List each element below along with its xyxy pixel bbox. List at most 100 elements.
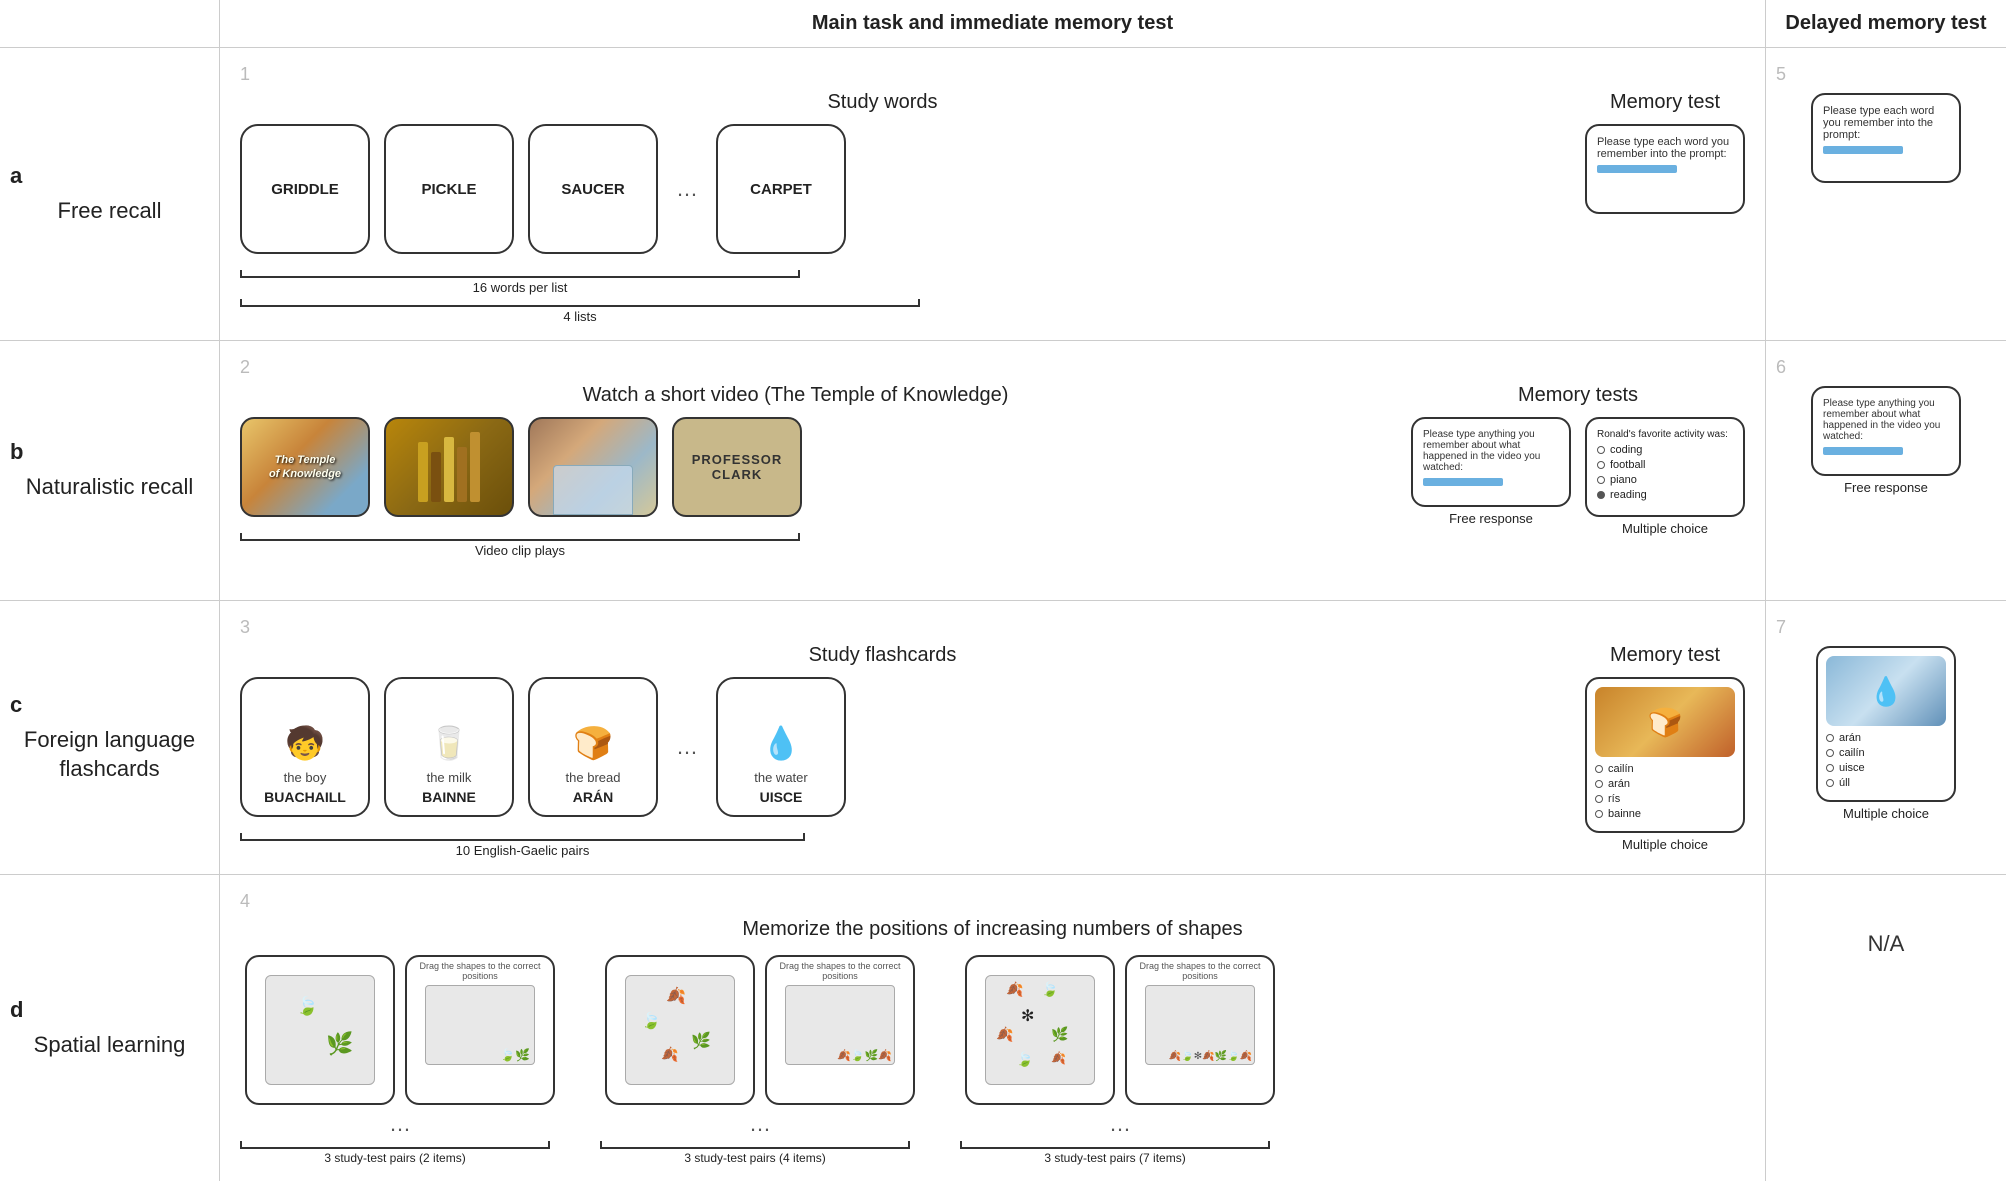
row-d-study-title: Memorize the positions of increasing num…: [240, 918, 1745, 941]
leaf-7-6: 🍃: [1016, 1051, 1033, 1068]
row-b-step: 2: [240, 357, 250, 378]
row-b-delayed-content: Please type anything you remember about …: [1811, 386, 1961, 495]
fc-english-bread: the bread: [566, 770, 621, 785]
row-c-memory-title: Memory test: [1610, 644, 1720, 667]
mc-c-option-bainne: bainne: [1595, 808, 1735, 820]
thumb-temple: The Templeof Knowledge: [240, 417, 370, 517]
spatial-study-7: 🍂 🍃 ✻ 🍂 🌿 🍃 🍂: [965, 955, 1115, 1105]
row-b-mc-question: Ronald's favorite activity was:: [1597, 429, 1733, 440]
row-b-free-response: Please type anything you remember about …: [1411, 417, 1571, 536]
row-c-delayed-step: 7: [1776, 617, 1786, 638]
drag-shapes-7: 🍂🍃✻🍂🌿🍃🍂: [1169, 1051, 1252, 1062]
row-b-main: 2 Watch a short video (The Temple of Kno…: [220, 341, 1766, 600]
row-a-main: 1 Study words GRIDDLE PICKLE SAUCER … CA…: [220, 48, 1766, 340]
bread-image: 🍞: [1595, 687, 1735, 757]
row-b-free-response-label: Free response: [1449, 511, 1533, 526]
spatial-study-2: 🍃 🌿: [245, 955, 395, 1105]
brace-d-3: 3 study-test pairs (7 items): [960, 1141, 1280, 1165]
row-a-memory-prompt: Please type each word you remember into …: [1597, 136, 1733, 160]
thumb-library: [528, 417, 658, 517]
row-a-delayed-step: 5: [1776, 64, 1786, 85]
spatial-drag-2: Drag the shapes to the correct positions…: [405, 955, 555, 1105]
mc-d-option-uisce: uisce: [1826, 762, 1946, 774]
row-a-study: Study words GRIDDLE PICKLE SAUCER … CARP…: [240, 91, 1525, 324]
water-emoji: 💧: [1869, 675, 1904, 708]
mc-label-football: football: [1610, 459, 1645, 471]
row-b-free-input-bar: [1423, 478, 1503, 486]
mc-c-label-aran: arán: [1608, 778, 1630, 790]
word-card-saucer: SAUCER: [528, 124, 658, 254]
leaf-4-2: 🍃: [641, 1011, 661, 1031]
delayed-header-title: Delayed memory test: [1766, 0, 2006, 47]
bread-emoji: 🍞: [1648, 706, 1683, 739]
radio-d-cailin: [1826, 749, 1834, 757]
header-left-empty: [0, 0, 220, 47]
icon-boy: 🧒: [285, 724, 325, 762]
row-a-label-cell: a Free recall: [0, 48, 220, 340]
leaf-4-3: 🌿: [691, 1031, 711, 1051]
row-b-delayed-card: Please type anything you remember about …: [1811, 386, 1961, 476]
mc-d-option-aran: arán: [1826, 732, 1946, 744]
row-c-memory: Memory test 🍞 cailín arán: [1585, 644, 1745, 852]
brace-d-3-line: [960, 1141, 1270, 1149]
brace-c-text: 10 English-Gaelic pairs: [240, 843, 805, 858]
thumb-books: [384, 417, 514, 517]
fc-english-water: the water: [754, 770, 807, 785]
brace-d-1-text: 3 study-test pairs (2 items): [240, 1151, 550, 1165]
row-c-step: 3: [240, 617, 250, 638]
radio-c-bainne: [1595, 810, 1603, 818]
row-b-free-response-card: Please type anything you remember about …: [1411, 417, 1571, 507]
row-b-memory: Memory tests Please type anything you re…: [1411, 384, 1745, 536]
row-d-delayed: N/A: [1766, 875, 2006, 1181]
row-d-step: 4: [240, 891, 250, 912]
mc-option-piano: piano: [1597, 474, 1733, 486]
row-d-label-cell: d Spatial learning: [0, 875, 220, 1181]
row-b-mc: Ronald's favorite activity was: coding f…: [1585, 417, 1745, 536]
row-a-delayed-input-bar: [1823, 146, 1903, 154]
row-a-delayed: 5 Please type each word you remember int…: [1766, 48, 2006, 340]
row-b-content: Watch a short video (The Temple of Knowl…: [240, 384, 1745, 558]
fc-english-boy: the boy: [284, 770, 327, 785]
brace-a-2-container: 4 lists: [240, 299, 940, 324]
row-b-free-response-text: Please type anything you remember about …: [1423, 429, 1559, 473]
leaf-2-1: 🍃: [296, 996, 318, 1017]
row-c-delayed-card: 💧 arán cailín uisce úll: [1816, 646, 1956, 802]
mc-d-label-ull: úll: [1839, 777, 1850, 789]
drag-label-4: Drag the shapes to the correct positions: [771, 961, 909, 981]
leaf-7-4: 🍂: [996, 1026, 1013, 1043]
main-header-title: Main task and immediate memory test: [220, 0, 1766, 47]
mc-d-option-cailin: cailín: [1826, 747, 1946, 759]
fc-gaelic-boy: BUACHAILL: [264, 789, 346, 805]
spatial-inner-7: 🍂 🍃 ✻ 🍂 🌿 🍃 🍂: [985, 975, 1095, 1085]
row-a-memory: Memory test Please type each word you re…: [1585, 91, 1745, 214]
drag-shapes-2: 🍃🌿: [500, 1048, 530, 1062]
fc-gaelic-water: UISCE: [760, 789, 803, 805]
mc-label-coding: coding: [1610, 444, 1642, 456]
row-d-spatial-groups: 🍃 🌿 Drag the shapes to the correct posit…: [240, 955, 1280, 1165]
drag-inner-7: 🍂🍃✻🍂🌿🍃🍂: [1145, 985, 1255, 1065]
row-a: a Free recall 1 Study words GRIDDLE PICK…: [0, 48, 2006, 341]
row-c-label-cell: c Foreign language flashcards: [0, 601, 220, 874]
professor-text: PROFESSOR CLARK: [674, 452, 800, 482]
fc-gaelic-bread: ARÁN: [573, 789, 613, 805]
radio-reading: [1597, 491, 1605, 499]
water-image: 💧: [1826, 656, 1946, 726]
mc-c-label-ris: rís: [1608, 793, 1620, 805]
row-d-na: N/A: [1868, 931, 1905, 957]
row-c-delayed-content: 💧 arán cailín uisce úll: [1816, 646, 1956, 821]
word-card-griddle: GRIDDLE: [240, 124, 370, 254]
library-inner: [530, 419, 656, 515]
row-a-memory-input-bar: [1597, 165, 1677, 173]
row-c: c Foreign language flashcards 3 Study fl…: [0, 601, 2006, 875]
row-b-delayed: 6 Please type anything you remember abou…: [1766, 341, 2006, 600]
row-b-delayed-input-bar: [1823, 447, 1903, 455]
row-c-cards: 🧒 the boy BUACHAILL 🥛 the milk BAINNE 🍞 …: [240, 677, 1525, 817]
brace-a-2-line: [240, 299, 920, 307]
row-b-memory-cards: Please type anything you remember about …: [1411, 417, 1745, 536]
flashcard-water: 💧 the water UISCE: [716, 677, 846, 817]
row-a-delayed-prompt: Please type each word you remember into …: [1823, 105, 1949, 141]
row-d-label: Spatial learning: [34, 1031, 186, 1060]
drag-inner-2: 🍃🌿: [425, 985, 535, 1065]
row-d-letter: d: [10, 997, 23, 1023]
drag-shapes-4: 🍂🍃🌿🍂: [837, 1049, 892, 1062]
